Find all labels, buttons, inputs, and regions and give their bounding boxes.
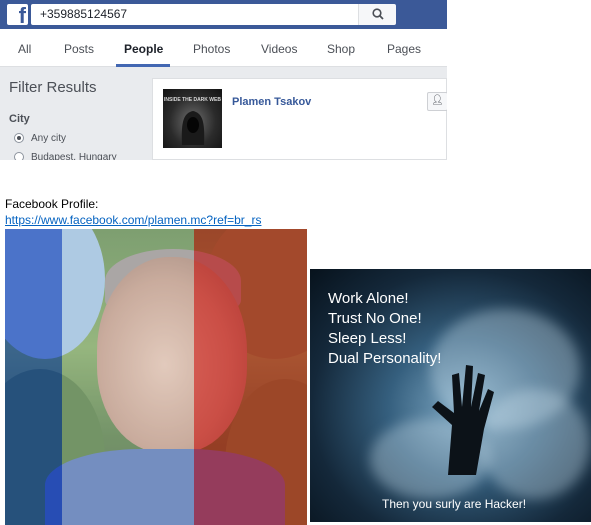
tab-posts[interactable]: Posts xyxy=(64,42,94,56)
poster-line: Dual Personality! xyxy=(328,350,442,367)
add-friend-icon: 👤︎ xyxy=(431,95,444,106)
flag-red-stripe xyxy=(194,229,307,525)
profile-photo xyxy=(5,229,307,525)
reaching-hand-icon xyxy=(432,365,494,475)
flag-blue-stripe xyxy=(5,229,62,525)
city-filter-label: City xyxy=(9,113,30,125)
profile-thumbnail[interactable]: INSIDE THE DARK WEB xyxy=(163,89,222,148)
tab-pages[interactable]: Pages xyxy=(387,42,421,56)
facebook-logo[interactable]: f xyxy=(7,3,28,28)
option-budapest-label[interactable]: Budapest, Hungary xyxy=(31,152,117,160)
tab-shop[interactable]: Shop xyxy=(327,42,355,56)
filter-results-title: Filter Results xyxy=(9,79,97,96)
radio-any-city[interactable] xyxy=(14,133,24,143)
filter-sidebar: Filter Results City Any city Budapest, H… xyxy=(0,67,150,160)
tab-all[interactable]: All xyxy=(18,42,31,56)
search-result-tabs: All Posts People Photos Videos Shop Page… xyxy=(0,29,447,67)
search-button[interactable] xyxy=(358,4,396,25)
profile-url-link[interactable]: https://www.facebook.com/plamen.mc?ref=b… xyxy=(5,213,261,227)
radio-budapest[interactable] xyxy=(14,152,24,160)
profile-caption-label: Facebook Profile: xyxy=(5,197,99,211)
search-icon xyxy=(372,8,384,20)
flag-white-stripe xyxy=(62,229,194,525)
poster-line: Sleep Less! xyxy=(328,330,407,347)
facebook-logo-letter: f xyxy=(18,3,26,28)
search-input[interactable]: +359885124567 xyxy=(31,4,358,25)
facebook-top-bar: f +359885124567 xyxy=(0,0,447,29)
option-any-city-label[interactable]: Any city xyxy=(31,133,66,144)
tab-people[interactable]: People xyxy=(124,42,163,56)
people-result-card: INSIDE THE DARK WEB Plamen Tsakov 👤︎ xyxy=(152,78,447,160)
hacker-poster-text: Work Alone! Trust No One! Sleep Less! Du… xyxy=(328,289,441,369)
poster-line: Work Alone! xyxy=(328,290,409,307)
poster-footer-text: Then you surly are Hacker! xyxy=(382,497,527,511)
tab-photos[interactable]: Photos xyxy=(193,42,230,56)
add-friend-button[interactable]: 👤︎ xyxy=(427,92,447,111)
thumbnail-text: INSIDE THE DARK WEB xyxy=(164,97,221,103)
result-name-link[interactable]: Plamen Tsakov xyxy=(232,96,311,108)
hacker-poster-image: Work Alone! Trust No One! Sleep Less! Du… xyxy=(310,269,591,522)
tab-videos[interactable]: Videos xyxy=(261,42,297,56)
poster-line: Trust No One! xyxy=(328,310,422,327)
facebook-search-screenshot: f +359885124567 All Posts People Photos … xyxy=(0,0,447,160)
hooded-figure-icon xyxy=(181,111,205,145)
